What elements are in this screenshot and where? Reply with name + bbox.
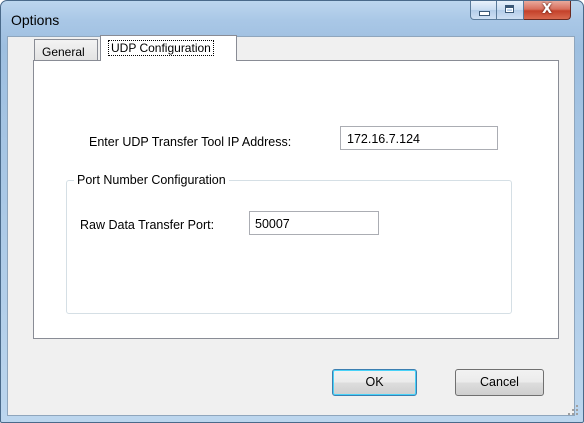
port-number-groupbox xyxy=(66,180,512,314)
maximize-icon xyxy=(505,5,514,13)
tab-general[interactable]: General xyxy=(34,39,98,60)
tab-udp-configuration-label: UDP Configuration xyxy=(108,40,214,56)
raw-data-port-input[interactable]: 50007 xyxy=(249,211,379,235)
caption-buttons: X xyxy=(470,1,571,21)
resize-grip-icon[interactable] xyxy=(568,405,578,415)
window-title: Options xyxy=(11,12,60,28)
ip-address-label: Enter UDP Transfer Tool IP Address: xyxy=(89,135,292,149)
title-bar[interactable]: Options X xyxy=(1,1,583,37)
ok-button[interactable]: OK xyxy=(332,369,417,396)
maximize-button[interactable] xyxy=(497,1,524,20)
minimize-icon xyxy=(480,12,489,15)
ip-address-input[interactable]: 172.16.7.124 xyxy=(340,126,498,150)
close-icon: X xyxy=(541,2,553,17)
port-number-group-title: Port Number Configuration xyxy=(74,173,229,187)
close-button[interactable]: X xyxy=(524,1,571,20)
cancel-button[interactable]: Cancel xyxy=(455,369,544,396)
raw-data-port-label: Raw Data Transfer Port: xyxy=(80,218,215,232)
minimize-button[interactable] xyxy=(470,1,497,20)
tab-udp-configuration[interactable]: UDP Configuration xyxy=(100,35,237,61)
tab-general-label: General xyxy=(42,45,85,59)
